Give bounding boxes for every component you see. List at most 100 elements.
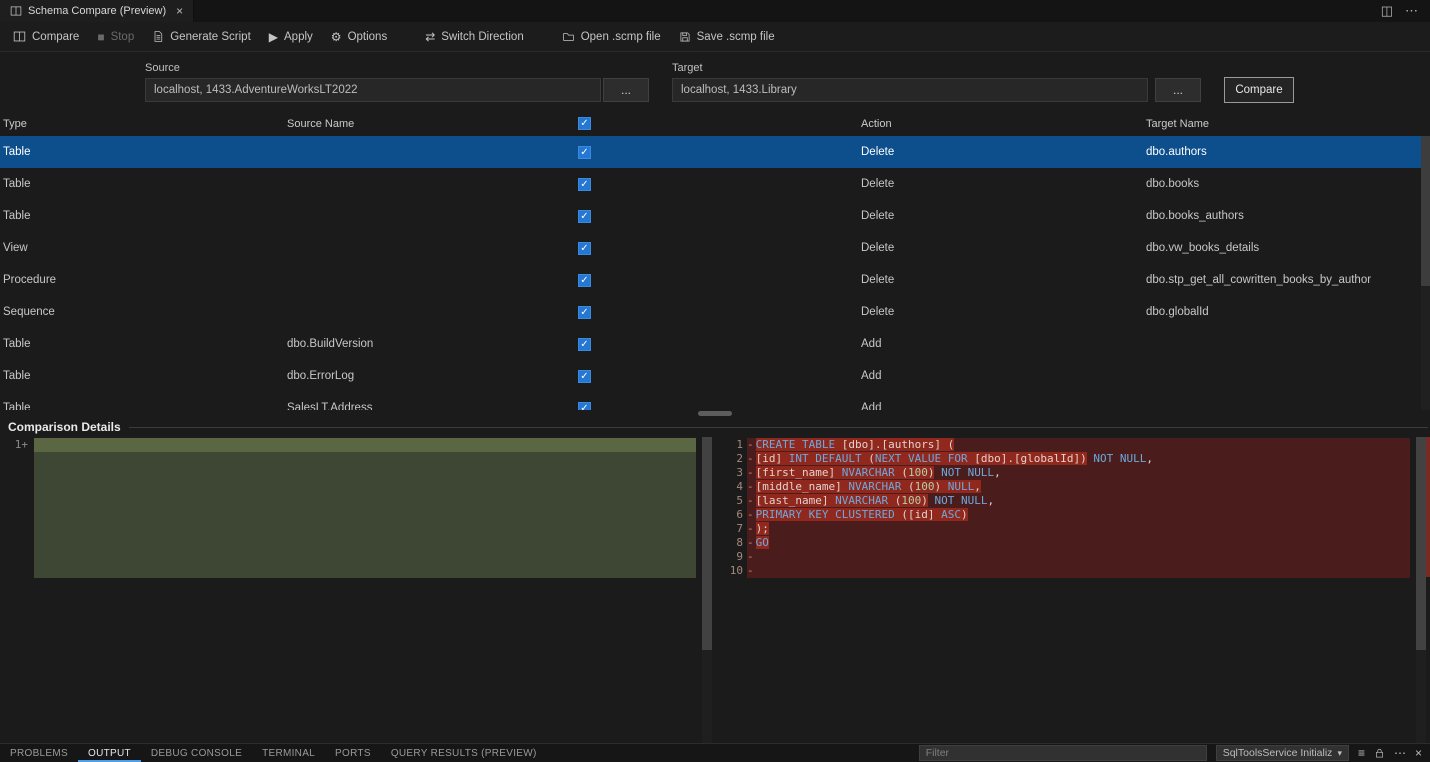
line-number bbox=[8, 522, 28, 536]
table-row[interactable]: Sequence✓Deletedbo.globalId bbox=[0, 296, 1430, 328]
row-target-name: dbo.authors bbox=[1145, 146, 1430, 158]
row-include-checkbox[interactable]: ✓ bbox=[578, 210, 591, 223]
line-number: 1+ bbox=[8, 438, 28, 452]
diff-removed-line: -[last_name] NVARCHAR (100) NOT NULL, bbox=[747, 494, 1410, 508]
source-input[interactable] bbox=[145, 78, 601, 102]
line-number bbox=[8, 494, 28, 508]
save-scmp-button[interactable]: Save .scmp file bbox=[670, 27, 784, 47]
options-button[interactable]: ⚙ Options bbox=[322, 27, 396, 47]
row-checkbox-cell: ✓ bbox=[575, 370, 860, 383]
open-scmp-button[interactable]: Open .scmp file bbox=[553, 27, 670, 47]
column-header-action[interactable]: Action bbox=[861, 118, 892, 130]
panel-splitter[interactable] bbox=[0, 410, 1430, 418]
generate-script-button[interactable]: Generate Script bbox=[143, 26, 260, 47]
stop-button[interactable]: ■ Stop bbox=[88, 27, 143, 47]
row-include-checkbox[interactable]: ✓ bbox=[578, 370, 591, 383]
table-row[interactable]: View✓Deletedbo.vw_books_details bbox=[0, 232, 1430, 264]
lock-icon[interactable] bbox=[1374, 747, 1385, 759]
source-browse-button[interactable]: ... bbox=[603, 78, 649, 102]
bottom-panel-bar: PROBLEMS OUTPUT DEBUG CONSOLE TERMINAL P… bbox=[0, 743, 1430, 762]
close-panel-icon[interactable]: × bbox=[1415, 747, 1422, 759]
row-target-name: dbo.books bbox=[1145, 178, 1430, 190]
row-type: View bbox=[0, 242, 285, 254]
row-source-name: dbo.BuildVersion bbox=[285, 338, 575, 350]
diff-left-scrollbar-thumb[interactable] bbox=[702, 437, 712, 650]
table-row[interactable]: Tabledbo.BuildVersion✓Add bbox=[0, 328, 1430, 360]
diff-right-code[interactable]: -CREATE TABLE [dbo].[authors] (-[id] INT… bbox=[747, 438, 1410, 578]
diff-added-placeholder-line bbox=[34, 536, 696, 550]
tab-problems[interactable]: PROBLEMS bbox=[0, 744, 78, 762]
table-row[interactable]: TableSalesLT.Address✓Add bbox=[0, 392, 1430, 410]
row-checkbox-cell: ✓ bbox=[575, 178, 860, 191]
grid-scrollbar[interactable] bbox=[1421, 136, 1430, 410]
apply-button[interactable]: ▶ Apply bbox=[260, 27, 322, 47]
header-include-checkbox[interactable]: ✓ bbox=[578, 117, 591, 130]
row-type: Table bbox=[0, 370, 285, 382]
line-number bbox=[8, 564, 28, 578]
tab-ports[interactable]: PORTS bbox=[325, 744, 381, 762]
close-tab-icon[interactable]: × bbox=[176, 4, 183, 18]
table-row[interactable]: Table✓Deletedbo.books_authors bbox=[0, 200, 1430, 232]
row-include-checkbox[interactable]: ✓ bbox=[578, 274, 591, 287]
row-type: Table bbox=[0, 210, 285, 222]
column-header-target-name[interactable]: Target Name bbox=[1146, 118, 1209, 130]
grid-scrollbar-thumb[interactable] bbox=[1421, 136, 1430, 286]
tab-query-results[interactable]: QUERY RESULTS (PREVIEW) bbox=[381, 744, 547, 762]
row-target-name: dbo.stp_get_all_cowritten_books_by_autho… bbox=[1145, 274, 1430, 286]
compare-run-button[interactable]: Compare bbox=[1224, 77, 1294, 103]
line-number bbox=[8, 480, 28, 494]
split-editor-icon[interactable]: ◫ bbox=[1381, 3, 1393, 19]
diff-left-code[interactable] bbox=[34, 438, 696, 578]
views-icon[interactable]: ≡ bbox=[1358, 747, 1365, 759]
row-include-checkbox[interactable]: ✓ bbox=[578, 306, 591, 319]
more-editor-actions-icon[interactable]: ⋯ bbox=[1405, 3, 1418, 19]
diff-right-scrollbar[interactable] bbox=[1416, 437, 1426, 743]
row-include-checkbox[interactable]: ✓ bbox=[578, 242, 591, 255]
row-include-checkbox[interactable]: ✓ bbox=[578, 146, 591, 159]
output-filter-input[interactable] bbox=[919, 745, 1207, 761]
line-number: 4 bbox=[723, 480, 743, 494]
row-action: Delete bbox=[860, 274, 1145, 286]
diff-left-scrollbar[interactable] bbox=[702, 437, 712, 743]
row-include-checkbox[interactable]: ✓ bbox=[578, 338, 591, 351]
row-action: Delete bbox=[860, 242, 1145, 254]
line-number: 10 bbox=[723, 564, 743, 578]
compare-icon bbox=[13, 30, 26, 43]
details-rule bbox=[129, 427, 1428, 428]
table-row[interactable]: Table✓Deletedbo.books bbox=[0, 168, 1430, 200]
target-label: Target bbox=[672, 62, 703, 74]
row-checkbox-cell: ✓ bbox=[575, 146, 860, 159]
diff-target-pane[interactable]: 12345678910 -CREATE TABLE [dbo].[authors… bbox=[723, 437, 1412, 743]
output-channel-select[interactable]: SqlToolsService Initializ ▾ bbox=[1216, 745, 1349, 761]
tab-output[interactable]: OUTPUT bbox=[78, 744, 141, 762]
table-row[interactable]: Tabledbo.ErrorLog✓Add bbox=[0, 360, 1430, 392]
connection-panel: Source ... Target ... Compare bbox=[0, 52, 1430, 114]
line-number bbox=[8, 536, 28, 550]
splitter-handle[interactable] bbox=[698, 411, 732, 416]
diff-added-placeholder-line bbox=[34, 508, 696, 522]
row-include-checkbox[interactable]: ✓ bbox=[578, 402, 591, 411]
diff-right-scrollbar-thumb[interactable] bbox=[1416, 437, 1426, 650]
column-header-type[interactable]: Type bbox=[3, 118, 27, 130]
diff-removed-line: -[id] INT DEFAULT (NEXT VALUE FOR [dbo].… bbox=[747, 452, 1410, 466]
tab-terminal[interactable]: TERMINAL bbox=[252, 744, 325, 762]
output-channel-label: SqlToolsService Initializ bbox=[1223, 747, 1333, 759]
table-row[interactable]: Table✓Deletedbo.authors bbox=[0, 136, 1430, 168]
target-input[interactable] bbox=[672, 78, 1148, 102]
row-type: Sequence bbox=[0, 306, 285, 318]
diff-added-placeholder-line bbox=[34, 452, 696, 466]
tab-debug-console[interactable]: DEBUG CONSOLE bbox=[141, 744, 252, 762]
diff-removed-line: -GO bbox=[747, 536, 1410, 550]
row-action: Delete bbox=[860, 178, 1145, 190]
compare-button[interactable]: Compare bbox=[4, 26, 88, 47]
row-action: Add bbox=[860, 338, 1145, 350]
diff-source-pane[interactable]: 1+ bbox=[8, 437, 702, 743]
tab-schema-compare[interactable]: Schema Compare (Preview) × bbox=[0, 0, 194, 22]
table-row[interactable]: Procedure✓Deletedbo.stp_get_all_cowritte… bbox=[0, 264, 1430, 296]
diff-added-placeholder-line bbox=[34, 480, 696, 494]
target-browse-button[interactable]: ... bbox=[1155, 78, 1201, 102]
column-header-source-name[interactable]: Source Name bbox=[287, 118, 354, 130]
more-panel-actions-icon[interactable]: ⋯ bbox=[1394, 747, 1406, 759]
switch-direction-button[interactable]: ⇄ Switch Direction bbox=[416, 27, 533, 47]
row-include-checkbox[interactable]: ✓ bbox=[578, 178, 591, 191]
